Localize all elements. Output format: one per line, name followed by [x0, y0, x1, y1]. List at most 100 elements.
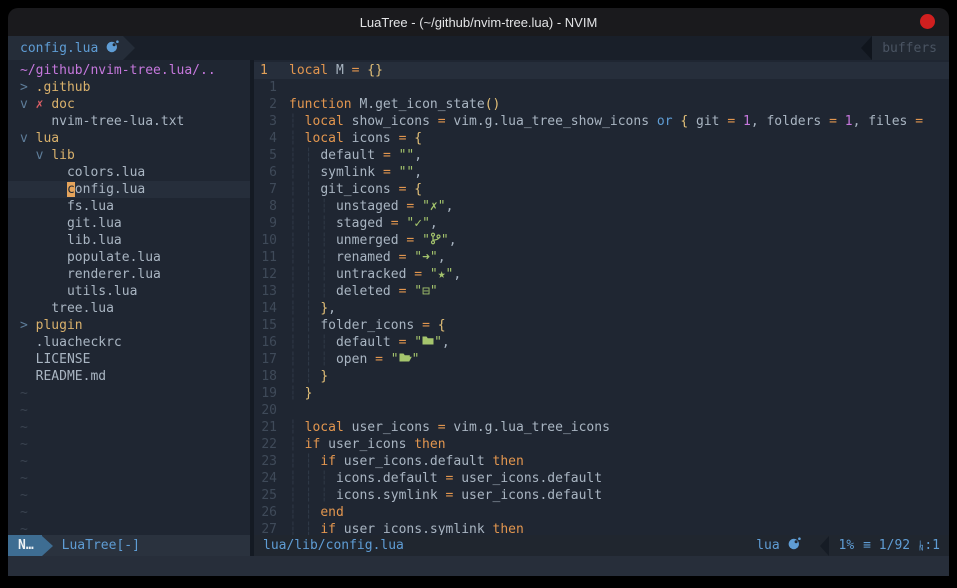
- code-line[interactable]: 4┆ local icons = {: [254, 130, 949, 147]
- code-line[interactable]: 5┆ ┆ default = "",: [254, 147, 949, 164]
- code-line[interactable]: 19┆ }: [254, 385, 949, 402]
- tab-config-lua[interactable]: config.lua: [8, 36, 123, 60]
- line-number: 9: [254, 215, 289, 232]
- code-line[interactable]: 24┆ ┆ ┆ icons.default = user_icons.defau…: [254, 470, 949, 487]
- line-number: 2: [254, 96, 289, 113]
- tree-row[interactable]: fs.lua: [8, 198, 250, 215]
- code-line[interactable]: 7┆ ┆ git_icons = {: [254, 181, 949, 198]
- chevron-left-icon: [820, 536, 829, 556]
- window-titlebar[interactable]: LuaTree - (~/github/nvim-tree.lua) - NVI…: [8, 8, 949, 36]
- tree-row[interactable]: ~: [8, 436, 250, 453]
- command-line[interactable]: [8, 556, 949, 576]
- line-number: 24: [254, 470, 289, 487]
- line-number: 21: [254, 419, 289, 436]
- file-path: lua/lib/config.lua: [263, 538, 404, 553]
- tree-row[interactable]: ~: [8, 385, 250, 402]
- line-number: 3: [254, 113, 289, 130]
- code-line[interactable]: 15┆ ┆ folder_icons = {: [254, 317, 949, 334]
- code-line[interactable]: 25┆ ┆ ┆ icons.symlink = user_icons.defau…: [254, 487, 949, 504]
- filetype-label: lua: [756, 537, 800, 554]
- lua-moon-icon: [106, 40, 119, 57]
- tree-row[interactable]: git.lua: [8, 215, 250, 232]
- column-indicator: LN:1: [919, 538, 940, 553]
- line-count: ≡ 1/92: [863, 538, 910, 553]
- line-number: 8: [254, 198, 289, 215]
- code-line[interactable]: 20: [254, 402, 949, 419]
- line-number: 5: [254, 147, 289, 164]
- tree-row[interactable]: ~: [8, 521, 250, 535]
- tree-row[interactable]: > .github: [8, 79, 250, 96]
- tree-row[interactable]: > plugin: [8, 317, 250, 334]
- line-number: 4: [254, 130, 289, 147]
- tree-row[interactable]: ~: [8, 504, 250, 521]
- line-number: 11: [254, 249, 289, 266]
- tree-row[interactable]: renderer.lua: [8, 266, 250, 283]
- code-line[interactable]: 11┆ ┆ ┆ renamed = "➜",: [254, 249, 949, 266]
- statusline-tree-label: LuaTree[-]: [62, 538, 140, 553]
- line-number: 17: [254, 351, 289, 368]
- line-number: 25: [254, 487, 289, 504]
- tab-arrow-separator: [123, 36, 135, 60]
- tree-row[interactable]: ~: [8, 470, 250, 487]
- tree-row[interactable]: ~: [8, 453, 250, 470]
- tree-row[interactable]: nvim-tree-lua.txt: [8, 113, 250, 130]
- tree-row[interactable]: README.md: [8, 368, 250, 385]
- tree-row[interactable]: colors.lua: [8, 164, 250, 181]
- tree-row[interactable]: LICENSE: [8, 351, 250, 368]
- tree-row[interactable]: ~: [8, 487, 250, 504]
- code-line[interactable]: 17┆ ┆ ┆ open = "": [254, 351, 949, 368]
- mode-arrow-separator: [42, 536, 53, 556]
- code-line[interactable]: 22┆ if user_icons then: [254, 436, 949, 453]
- lua-moon-icon: [788, 537, 801, 554]
- tree-row[interactable]: config.lua: [8, 181, 250, 198]
- line-number: 14: [254, 300, 289, 317]
- code-line[interactable]: 8┆ ┆ ┆ unstaged = "✗",: [254, 198, 949, 215]
- code-line[interactable]: 16┆ ┆ ┆ default = "",: [254, 334, 949, 351]
- line-number: 10: [254, 232, 289, 249]
- statusline: N… LuaTree[-] lua/lib/config.lua lua 1% …: [8, 535, 949, 556]
- file-tree[interactable]: ~/github/nvim-tree.lua/..> .githubv ✗ do…: [8, 60, 250, 535]
- line-number: 7: [254, 181, 289, 198]
- code-editor[interactable]: 1local M = {}12function M.get_icon_state…: [254, 60, 949, 535]
- tree-row[interactable]: v lua: [8, 130, 250, 147]
- nvim-terminal: config.lua buffers ~/github/nvim-tree.lu…: [8, 36, 949, 576]
- code-line[interactable]: 18┆ ┆ }: [254, 368, 949, 385]
- tree-row[interactable]: v lib: [8, 147, 250, 164]
- tree-row[interactable]: ~: [8, 402, 250, 419]
- code-line[interactable]: 1: [254, 79, 949, 96]
- statusline-file: lua/lib/config.lua lua 1% ≡ 1/92 LN:1: [254, 535, 949, 556]
- code-line[interactable]: 1local M = {}: [254, 62, 949, 79]
- terminal-window: LuaTree - (~/github/nvim-tree.lua) - NVI…: [0, 0, 957, 588]
- tree-row[interactable]: populate.lua: [8, 249, 250, 266]
- tree-row[interactable]: v ✗ doc: [8, 96, 250, 113]
- code-line[interactable]: 3┆ local show_icons = vim.g.lua_tree_sho…: [254, 113, 949, 130]
- buffers-label: buffers: [872, 36, 949, 60]
- scroll-percent: 1%: [839, 538, 855, 553]
- line-number: 13: [254, 283, 289, 300]
- tree-row[interactable]: ~: [8, 419, 250, 436]
- tree-row[interactable]: tree.lua: [8, 300, 250, 317]
- tree-row[interactable]: utils.lua: [8, 283, 250, 300]
- code-line[interactable]: 14┆ ┆ },: [254, 300, 949, 317]
- code-line[interactable]: 23┆ ┆ if user_icons.default then: [254, 453, 949, 470]
- tree-row[interactable]: .luacheckrc: [8, 334, 250, 351]
- code-line[interactable]: 2function M.get_icon_state(): [254, 96, 949, 113]
- code-line[interactable]: 10┆ ┆ ┆ unmerged = "",: [254, 232, 949, 249]
- code-line[interactable]: 13┆ ┆ ┆ deleted = "⊟": [254, 283, 949, 300]
- line-number: 27: [254, 521, 289, 535]
- code-line[interactable]: 27┆ ┆ if user_icons.symlink then: [254, 521, 949, 535]
- statusline-tree: N… LuaTree[-]: [8, 535, 250, 556]
- code-line[interactable]: 26┆ ┆ end: [254, 504, 949, 521]
- tabline: config.lua buffers: [8, 36, 949, 60]
- code-line[interactable]: 21┆ local user_icons = vim.g.lua_tree_ic…: [254, 419, 949, 436]
- lines-icon: ≡: [863, 538, 871, 553]
- code-line[interactable]: 9┆ ┆ ┆ staged = "✓",: [254, 215, 949, 232]
- line-number: 19: [254, 385, 289, 402]
- tree-row[interactable]: ~/github/nvim-tree.lua/..: [8, 62, 250, 79]
- line-number-icon: LN: [919, 542, 923, 551]
- tree-row[interactable]: lib.lua: [8, 232, 250, 249]
- line-number: 22: [254, 436, 289, 453]
- code-line[interactable]: 12┆ ┆ ┆ untracked = "★",: [254, 266, 949, 283]
- close-button[interactable]: [920, 14, 935, 29]
- code-line[interactable]: 6┆ ┆ symlink = "",: [254, 164, 949, 181]
